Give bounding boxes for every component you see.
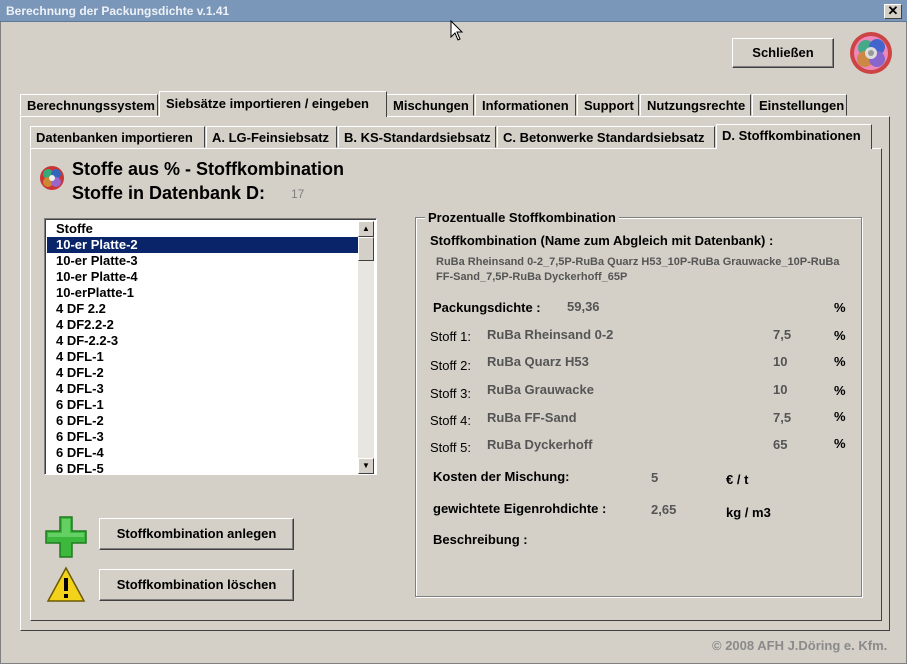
stoff-1-label: Stoff 1:: [430, 329, 471, 344]
title-bar: Berechnung der Packungsdichte v.1.41 ✕: [0, 0, 907, 22]
delete-combination-button[interactable]: Stoffkombination löschen: [99, 569, 294, 601]
list-scrollbar[interactable]: ▲ ▼: [358, 221, 374, 474]
list-item[interactable]: 6 DFL-5: [47, 461, 360, 477]
window-title: Berechnung der Packungsdichte v.1.41: [6, 4, 230, 18]
warning-icon: [46, 566, 86, 602]
packing-label: Packungsdichte :: [433, 300, 541, 315]
stoff-4-value: 7,5: [773, 410, 792, 425]
mouse-cursor-icon: [450, 20, 464, 41]
list-item[interactable]: 4 DF2.2-2: [47, 317, 360, 333]
stoff-3-name: RuBa Grauwacke: [487, 382, 594, 397]
subtab-datenbanken[interactable]: Datenbanken importieren: [30, 126, 205, 148]
list-item[interactable]: 10-er Platte-3: [47, 253, 360, 269]
stoff-2-label: Stoff 2:: [430, 358, 471, 373]
tab-nutzungsrechte[interactable]: Nutzungsrechte: [640, 94, 751, 116]
stoff-3-value: 10: [773, 382, 788, 397]
list-header: Stoffe: [56, 221, 93, 236]
copyright-footer: © 2008 AFH J.Döring e. Kfm.: [712, 638, 888, 653]
group-legend: Prozentualle Stoffkombination: [425, 210, 619, 225]
tab-support[interactable]: Support: [577, 94, 639, 116]
tab-mischungen[interactable]: Mischungen: [386, 94, 474, 116]
cost-value: 5: [651, 470, 659, 485]
density-label: gewichtete Eigenrohdichte :: [433, 501, 607, 516]
list-item[interactable]: 6 DFL-2: [47, 413, 360, 429]
packing-unit: %: [834, 300, 846, 315]
stoffe-list: Stoffe 10-er Platte-2 10-er Platte-3 10-…: [47, 221, 360, 477]
tab-siebsaetze[interactable]: Siebsätze importieren / eingeben: [159, 91, 387, 117]
stoffe-icon: [40, 166, 64, 190]
subtab-ks-standardsiebsatz[interactable]: B. KS-Standardsiebsatz: [338, 126, 496, 148]
list-item[interactable]: 6 DFL-4: [47, 445, 360, 461]
stoff-3-label: Stoff 3:: [430, 386, 471, 401]
scroll-up-arrow-icon[interactable]: ▲: [358, 221, 374, 237]
tab-berechnungssystem[interactable]: Berechnungssystem: [20, 94, 158, 116]
tab-informationen[interactable]: Informationen: [475, 94, 576, 116]
stoff-2-name: RuBa Quarz H53: [487, 354, 589, 369]
description-label: Beschreibung :: [433, 532, 528, 547]
heading-title: Stoffe aus % - Stoffkombination: [72, 159, 344, 179]
stoff-5-name: RuBa Dyckerhoff: [487, 437, 593, 452]
window-close-button[interactable]: ✕: [884, 4, 902, 19]
subtab-stoffkombinationen[interactable]: D. Stoffkombinationen: [716, 124, 872, 149]
stoff-5-label: Stoff 5:: [430, 440, 471, 455]
stoff-1-value: 7,5: [773, 327, 792, 342]
stoffe-listbox[interactable]: Stoffe 10-er Platte-2 10-er Platte-3 10-…: [44, 218, 377, 477]
add-plus-icon: [45, 516, 87, 558]
list-item[interactable]: 6 DFL-3: [47, 429, 360, 445]
stoff-4-name: RuBa FF-Sand: [487, 410, 577, 425]
list-item[interactable]: 4 DFL-3: [47, 381, 360, 397]
density-unit: kg / m3: [726, 505, 771, 520]
heading-count-label: Stoffe in Datenbank D:: [72, 183, 266, 203]
stoff-5-value: 65: [773, 437, 788, 452]
stoffe-count: 17: [291, 187, 305, 201]
stoff-2-unit: %: [834, 354, 846, 369]
close-app-button[interactable]: Schließen: [732, 38, 834, 68]
scroll-down-arrow-icon[interactable]: ▼: [358, 458, 374, 474]
cost-unit: € / t: [726, 472, 749, 487]
stoff-5-unit: %: [834, 436, 846, 451]
density-value: 2,65: [651, 502, 677, 517]
stoff-1-name: RuBa Rheinsand 0-2: [487, 327, 614, 342]
packing-value: 59,36: [567, 299, 600, 314]
create-combination-button[interactable]: Stoffkombination anlegen: [99, 518, 294, 550]
list-item[interactable]: 4 DFL-1: [47, 349, 360, 365]
list-item[interactable]: 4 DF 2.2: [47, 301, 360, 317]
stoff-3-unit: %: [834, 383, 846, 398]
list-item[interactable]: 4 DFL-2: [47, 365, 360, 381]
stoff-4-unit: %: [834, 409, 846, 424]
stoff-2-value: 10: [773, 354, 788, 369]
list-item[interactable]: 10-erPlatte-1: [47, 285, 360, 301]
list-item[interactable]: 10-er Platte-2: [47, 237, 360, 253]
list-item[interactable]: 10-er Platte-4: [47, 269, 360, 285]
stoff-1-unit: %: [834, 328, 846, 343]
subtab-lg-feinsiebsatz[interactable]: A. LG-Feinsiebsatz: [206, 126, 337, 148]
list-item[interactable]: 4 DF-2.2-3: [47, 333, 360, 349]
combo-name-label: Stoffkombination (Name zum Abgleich mit …: [430, 233, 774, 248]
app-logo-icon: [850, 32, 892, 74]
stoff-4-label: Stoff 4:: [430, 413, 471, 428]
list-item[interactable]: 6 DFL-1: [47, 397, 360, 413]
subtab-betonwerke[interactable]: C. Betonwerke Standardsiebsatz: [497, 126, 715, 148]
cost-label: Kosten der Mischung:: [433, 469, 570, 484]
scroll-thumb[interactable]: [358, 237, 374, 261]
combo-name-value: RuBa Rheinsand 0-2_7,5P-RuBa Quarz H53_1…: [436, 256, 840, 283]
tab-einstellungen[interactable]: Einstellungen: [752, 94, 847, 116]
